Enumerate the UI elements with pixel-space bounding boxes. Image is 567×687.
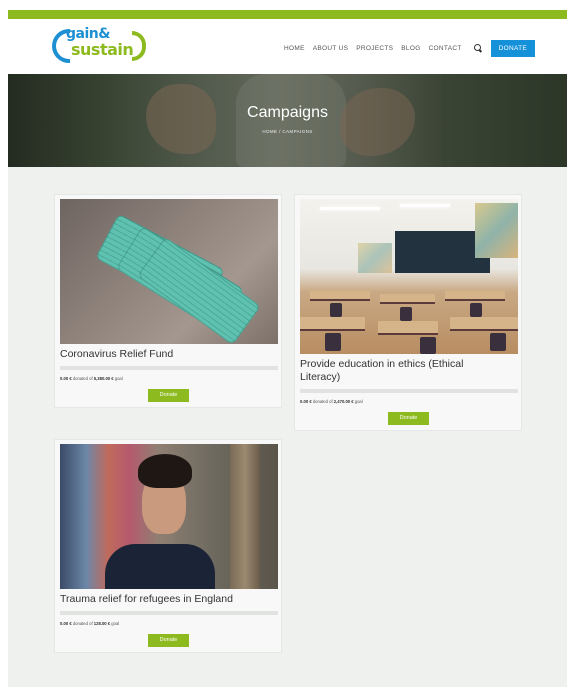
nav-home[interactable]: HOME <box>284 45 305 52</box>
person-hair <box>138 454 192 488</box>
goal-text: goal <box>114 376 123 381</box>
donation-stats: 0.00 € donated of 128.00 € goal <box>60 621 119 626</box>
goal-amount: 128.00 € <box>93 621 111 626</box>
donated-text: donated of <box>72 376 93 381</box>
donated-amount: 0.00 € <box>60 621 72 626</box>
campaign-title[interactable]: Trauma relief for refugees in England <box>60 593 278 606</box>
donated-amount: 0.00 € <box>60 376 72 381</box>
breadcrumb[interactable]: HOME / CAMPAIGNS <box>8 129 567 134</box>
progress-bar <box>60 366 278 370</box>
logo-wordmark: gain& sustain <box>66 26 134 59</box>
donated-text: donated of <box>312 399 333 404</box>
donated-amount: 0.00 € <box>300 399 312 404</box>
search-icon[interactable] <box>473 44 483 53</box>
goal-text: goal <box>354 399 363 404</box>
top-accent-bar <box>8 10 567 19</box>
nav-blog[interactable]: BLOG <box>401 45 420 52</box>
campaign-card-trauma-relief: Trauma relief for refugees in England 0.… <box>54 439 282 653</box>
donation-stats: 0.00 € donated of 5,380.00 € goal <box>60 376 123 381</box>
main-nav: HOME ABOUT US PROJECTS BLOG CONTACT DONA… <box>284 40 536 57</box>
donate-button[interactable]: Donate <box>148 634 189 647</box>
pillar <box>230 444 260 589</box>
donated-text: donated of <box>72 621 93 626</box>
nav-projects[interactable]: PROJECTS <box>356 45 393 52</box>
campaign-image-portrait[interactable] <box>60 444 278 589</box>
progress-bar <box>60 611 278 615</box>
nav-about-us[interactable]: ABOUT US <box>313 45 349 52</box>
goal-amount: 5,380.00 € <box>93 376 114 381</box>
campaign-card-ethics: Provide education in ethics (Ethical Lit… <box>294 194 522 431</box>
donation-stats: 0.00 € donated of 2,470.00 € goal <box>300 399 363 404</box>
header-donate-button[interactable]: DONATE <box>490 40 536 57</box>
person-shirt <box>105 544 215 589</box>
site-logo[interactable]: gain& sustain <box>52 27 147 65</box>
logo-line-2: sustain <box>71 40 134 59</box>
logo-swoosh-right <box>132 31 146 61</box>
campaign-card-coronavirus: Coronavirus Relief Fund 0.00 € donated o… <box>54 194 282 408</box>
wall-map <box>475 203 518 258</box>
goal-text: goal <box>111 621 120 626</box>
campaign-image-masks[interactable] <box>60 199 278 344</box>
nav-contact[interactable]: CONTACT <box>429 45 462 52</box>
donate-button[interactable]: Donate <box>388 412 429 425</box>
page-title: Campaigns <box>247 104 328 121</box>
campaign-title[interactable]: Provide education in ethics (Ethical Lit… <box>300 358 500 384</box>
campaign-title[interactable]: Coronavirus Relief Fund <box>60 348 278 361</box>
campaign-image-classroom[interactable] <box>300 199 518 354</box>
campaigns-section: Coronavirus Relief Fund 0.00 € donated o… <box>8 167 567 687</box>
donate-button[interactable]: Donate <box>148 389 189 402</box>
goal-amount: 2,470.00 € <box>333 399 354 404</box>
progress-bar <box>300 389 518 393</box>
logo-line-1: gain& <box>66 26 110 42</box>
page-hero: Campaigns HOME / CAMPAIGNS <box>8 74 567 167</box>
site-header: gain& sustain HOME ABOUT US PROJECTS BLO… <box>8 19 567 74</box>
